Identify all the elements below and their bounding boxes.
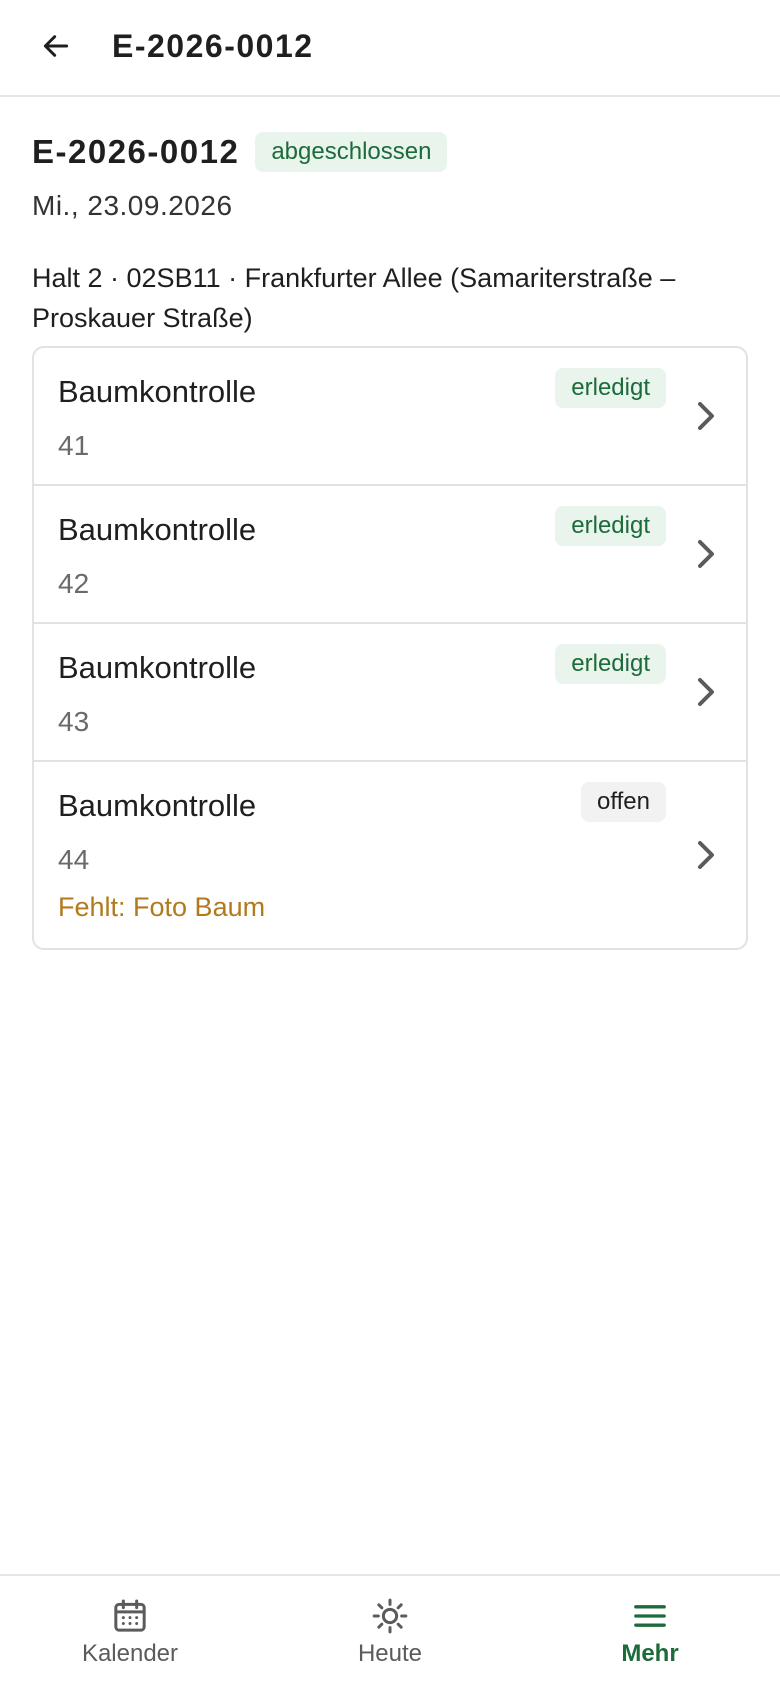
task-item[interactable]: Baumkontrolle 41 erledigt [34,348,746,486]
bottom-navigation: Kalender Heute Mehr [0,1574,780,1688]
chevron-right-icon [698,402,714,430]
nav-label: Mehr [621,1640,679,1667]
order-header: E-2026-0012 abgeschlossen [32,132,448,172]
sun-icon [372,1598,408,1634]
chevron-right-icon [698,540,714,568]
task-title: Baumkontrolle [58,788,257,823]
page-title: E-2026-0012 [112,28,314,64]
task-title: Baumkontrolle [58,374,257,409]
task-number: 43 [58,706,90,737]
task-status-badge: offen [581,782,666,822]
back-button[interactable] [32,22,80,70]
task-title: Baumkontrolle [58,512,257,547]
task-status-badge: erledigt [555,644,666,684]
task-missing-note: Fehlt: Foto Baum [58,892,266,922]
calendar-icon [114,1599,146,1632]
nav-item-kalender[interactable]: Kalender [0,1576,260,1688]
task-number: 42 [58,568,90,599]
stop-description: Halt 2 · 02SB11 · Frankfurter Allee (Sam… [32,263,676,333]
nav-label: Kalender [81,1640,179,1667]
task-item[interactable]: Baumkontrolle 42 erledigt [34,486,746,624]
task-number: 44 [58,844,90,875]
order-date: Mi., 23.09.2026 [32,190,233,221]
task-item[interactable]: Baumkontrolle 43 erledigt [34,624,746,762]
app-screen: E-2026-0012 E-2026-0012 abgeschlossen Mi… [0,0,780,1688]
task-status-badge: erledigt [555,368,666,408]
chevron-right-icon [698,678,714,706]
task-number: 41 [58,430,90,461]
task-list: Baumkontrolle 41 erledigt Baumkontrolle … [32,346,748,950]
order-number: E-2026-0012 [32,133,240,170]
menu-icon [634,1605,666,1627]
task-status-badge: erledigt [555,506,666,546]
task-title: Baumkontrolle [58,650,257,685]
nav-label: Heute [357,1640,423,1667]
chevron-right-icon [698,841,714,869]
arrow-left-icon [43,35,69,57]
task-item[interactable]: Baumkontrolle 44 Fehlt: Foto Baum offen [34,762,746,948]
nav-item-mehr[interactable]: Mehr [520,1576,780,1688]
nav-item-heute[interactable]: Heute [260,1576,520,1688]
top-app-bar: E-2026-0012 [0,0,780,97]
order-status-badge: abgeschlossen [255,132,448,172]
